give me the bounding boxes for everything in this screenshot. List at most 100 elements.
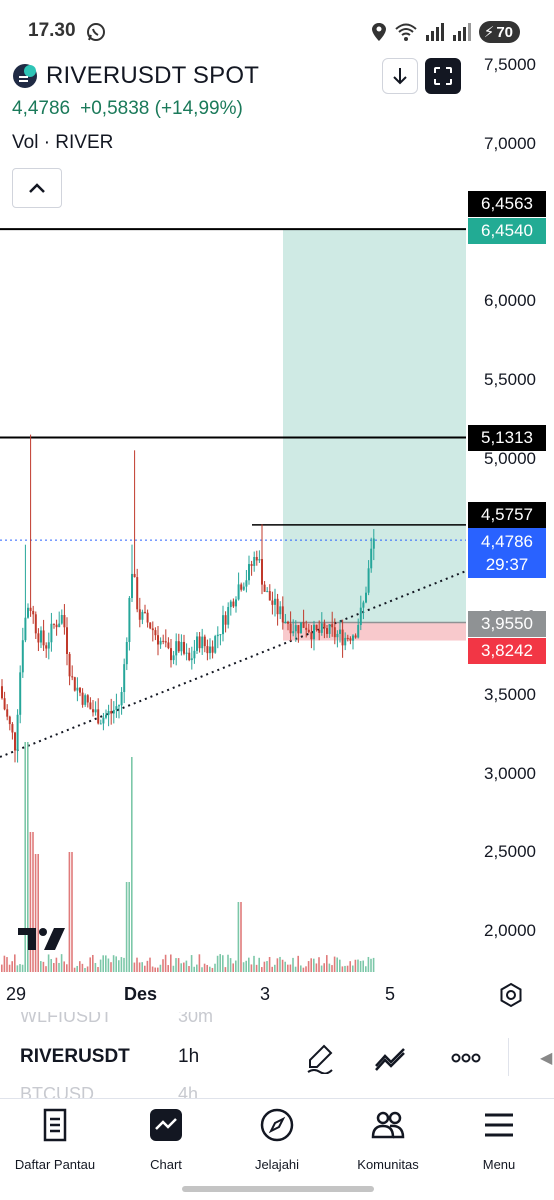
volume-bar [14, 954, 16, 972]
price-tick: 6,0000 [484, 291, 536, 310]
fullscreen-button[interactable] [425, 58, 461, 94]
volume-bar [255, 964, 258, 972]
candle-body [11, 724, 14, 733]
candle-body [287, 621, 289, 624]
candle-body [21, 640, 24, 673]
nav-label: Komunitas [357, 1157, 419, 1172]
candle-body [133, 573, 136, 578]
volume-bar [261, 967, 263, 972]
candle-body [172, 655, 175, 661]
coin-logo-icon [13, 64, 37, 88]
current-timeframe[interactable]: 1h [178, 1046, 199, 1068]
candle-body [255, 556, 258, 561]
volume-bar [344, 965, 346, 972]
candle-body [193, 650, 196, 659]
volume-bar [164, 954, 167, 972]
nav-menu[interactable]: Menu [444, 1107, 554, 1172]
collapse-legend-button[interactable] [12, 168, 62, 208]
candle-body [29, 607, 32, 611]
volume-bar [42, 961, 45, 972]
current-symbol[interactable]: RIVERUSDT [20, 1046, 130, 1068]
drawing-tool-icon[interactable] [304, 1042, 336, 1074]
stop-tag: 3,8242 [468, 638, 546, 664]
volume-bar [128, 882, 130, 972]
nav-explore[interactable]: Jelajahi [222, 1107, 332, 1172]
volume-bar [274, 964, 276, 972]
chart-icon [150, 1109, 182, 1141]
next-symbol[interactable]: BTCUSD [20, 1084, 94, 1098]
candle-body [42, 630, 45, 646]
candle-body [318, 629, 321, 633]
candle-body [8, 716, 11, 725]
nav-community[interactable]: Komunitas [333, 1107, 443, 1172]
volume-bar [203, 963, 206, 972]
volume-bar [115, 956, 117, 972]
candle-body [349, 638, 352, 641]
nav-chart[interactable]: Chart [111, 1107, 221, 1172]
candle-body [284, 621, 287, 623]
candle-body [242, 586, 245, 590]
volume-bar [362, 960, 364, 972]
symbol-name[interactable]: RIVERUSDT SPOT [46, 62, 259, 90]
candle-body [99, 723, 102, 725]
candle-body [320, 623, 323, 633]
volume-bar [151, 966, 154, 972]
volume-bar [206, 964, 208, 972]
candle-body [115, 706, 118, 710]
volume-bar [123, 957, 125, 972]
volume-bar [320, 965, 323, 972]
indicators-icon[interactable] [374, 1042, 406, 1074]
candle-body [294, 625, 297, 632]
candle-body [149, 622, 152, 629]
candle-body [362, 602, 365, 608]
volume-legend[interactable]: Vol · RIVER [12, 132, 259, 154]
nav-watchlist[interactable]: Daftar Pantau [0, 1107, 110, 1172]
volume-bar [346, 965, 349, 972]
symbol-header: RIVERUSDT SPOT 4,4786 +0,5838 (+14,99%) … [12, 62, 259, 154]
volume-bar [144, 965, 146, 972]
next-timeframe[interactable]: 4h [178, 1084, 198, 1098]
volume-bar [250, 964, 253, 972]
volume-bar [185, 960, 188, 972]
volume-bar [45, 966, 47, 972]
volume-bar [222, 955, 224, 972]
arrow-down-icon [393, 68, 407, 85]
volume-bar [94, 962, 97, 972]
more-options-icon[interactable] [450, 1042, 482, 1074]
candle-body [45, 645, 48, 649]
candle-body [37, 633, 40, 643]
volume-bar [248, 957, 250, 972]
candle-body [138, 609, 141, 620]
volume-bar [53, 962, 55, 972]
scroll-down-button[interactable] [382, 58, 418, 94]
candle-body [359, 607, 362, 625]
candle-body [151, 628, 154, 631]
candle-body [19, 672, 22, 715]
expand-arrow-icon[interactable]: ◀ [540, 1048, 552, 1068]
volume-bar [190, 955, 193, 972]
candle-body [289, 623, 292, 634]
price-tick: 5,5000 [484, 370, 536, 389]
last-price-tag: 4,4786 29:37 [468, 528, 546, 578]
prev-symbol[interactable]: WLFIUSDT [20, 1012, 112, 1027]
volume-bar [359, 960, 362, 972]
volume-bar [183, 962, 185, 972]
volume-bar [81, 963, 84, 972]
candle-body [211, 646, 214, 653]
candle-body [47, 642, 50, 649]
candle-body [341, 629, 344, 646]
candle-body [302, 622, 305, 628]
recent-high-tag: 4,5757 [468, 502, 546, 528]
chart-settings-icon[interactable] [498, 982, 524, 1008]
time-label: 3 [260, 984, 271, 1004]
candle-body [266, 591, 269, 593]
candle-body [81, 692, 84, 705]
candle-body [164, 641, 167, 643]
volume-bar [253, 955, 255, 972]
candle-body [27, 607, 29, 618]
prev-timeframe[interactable]: 30m [178, 1012, 213, 1027]
candle-body [167, 642, 170, 649]
candle-body [89, 702, 92, 710]
candle-body [235, 599, 237, 607]
volume-bar [84, 967, 86, 972]
